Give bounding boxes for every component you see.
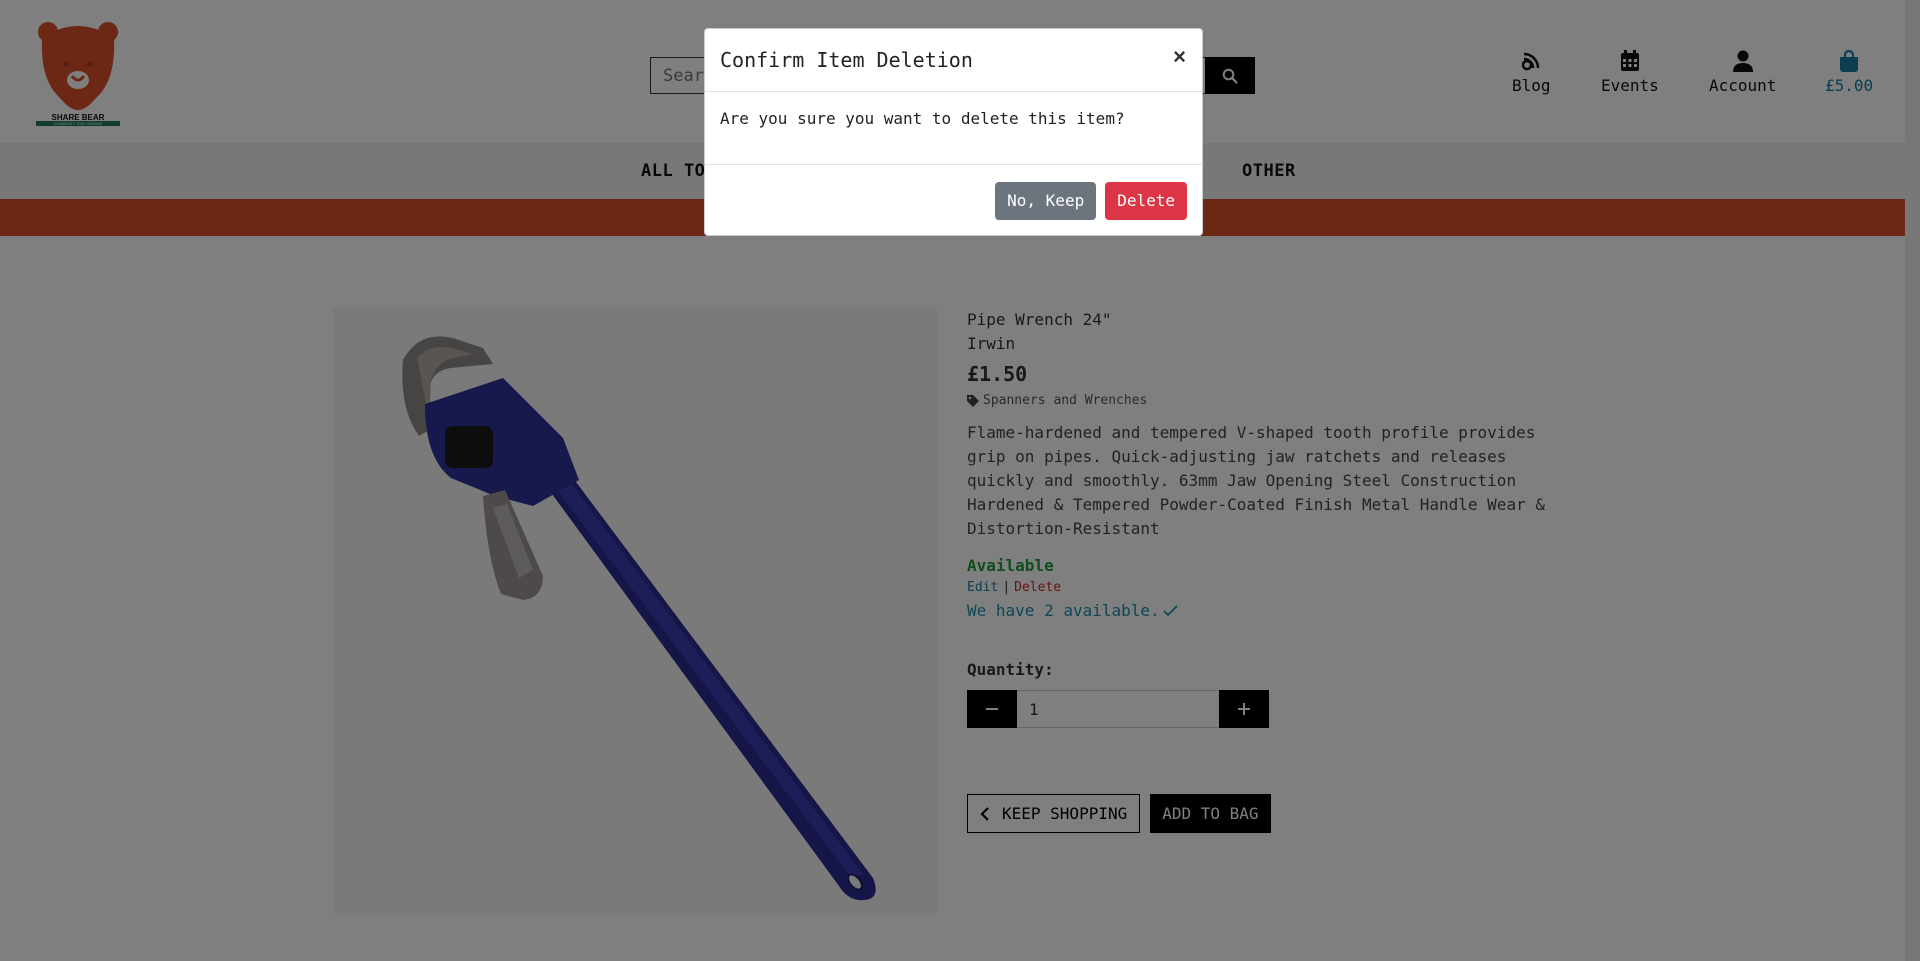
- modal-header: Confirm Item Deletion ×: [705, 29, 1202, 92]
- no-keep-button[interactable]: No, Keep: [995, 181, 1097, 220]
- confirm-delete-button[interactable]: Delete: [1105, 181, 1187, 220]
- modal-footer: No, Keep Delete: [705, 165, 1202, 236]
- modal-close-button[interactable]: ×: [1173, 45, 1186, 69]
- modal-title: Confirm Item Deletion: [720, 48, 973, 72]
- confirm-delete-modal: Confirm Item Deletion × Are you sure you…: [704, 28, 1203, 236]
- modal-body: Are you sure you want to delete this ite…: [705, 92, 1202, 165]
